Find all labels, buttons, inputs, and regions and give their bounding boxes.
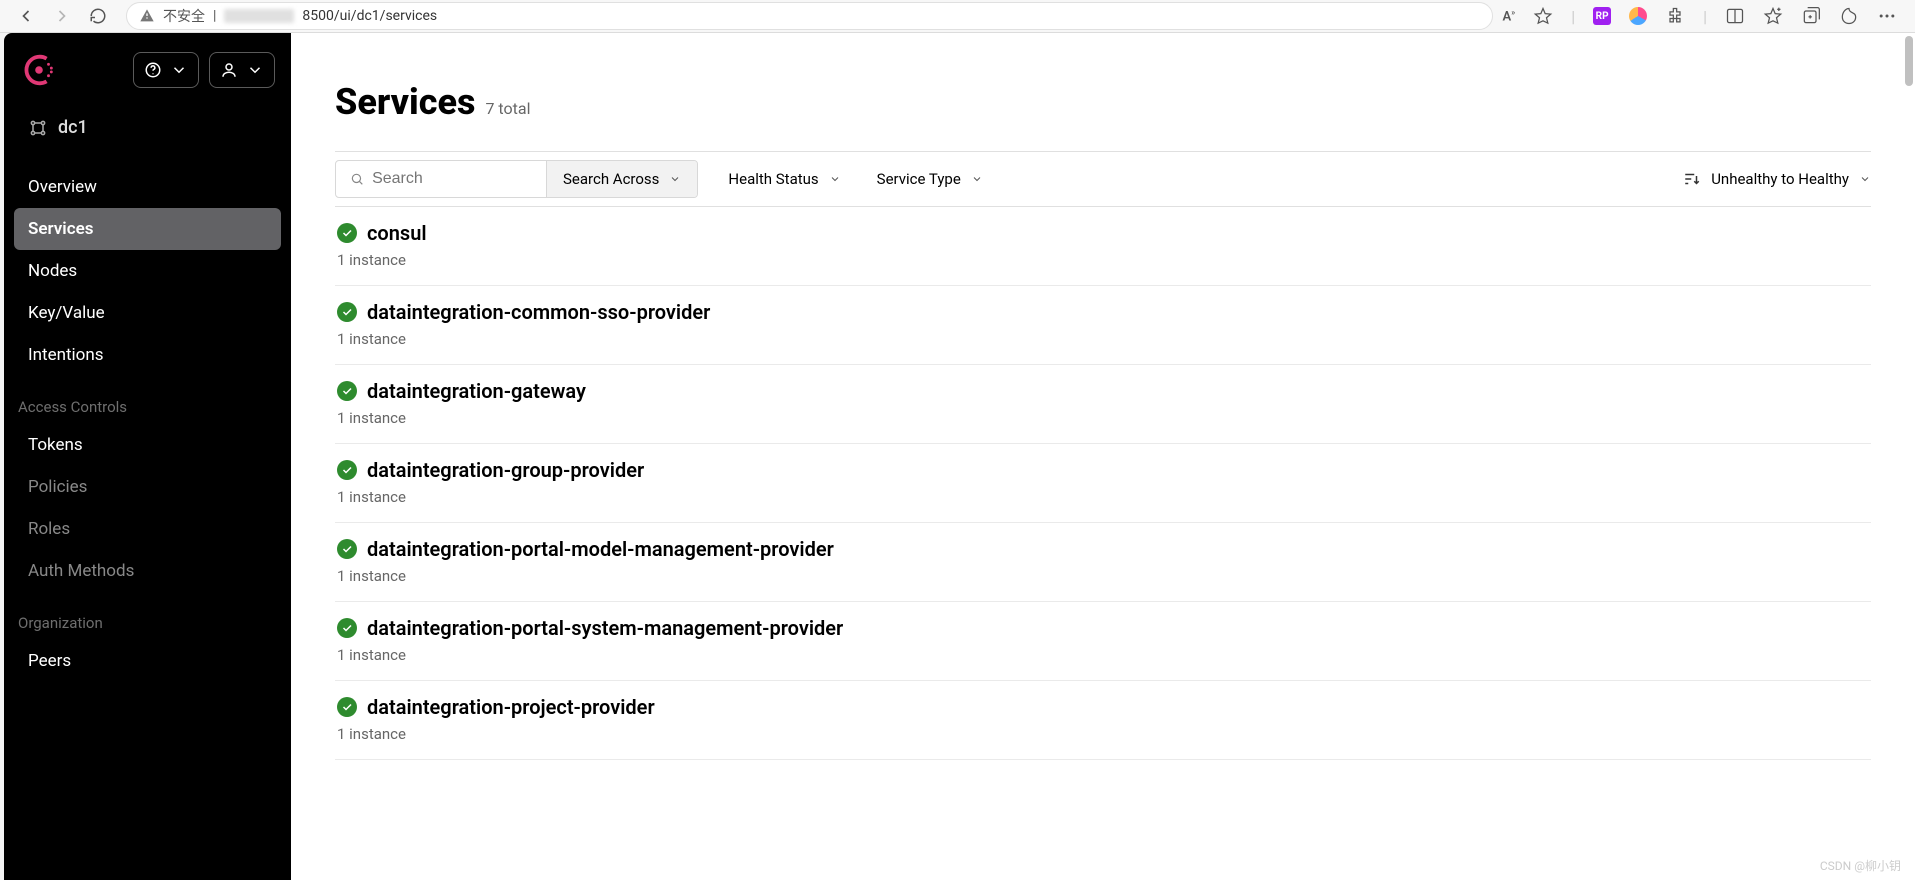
org-nav: Peers xyxy=(4,636,291,686)
status-check-icon xyxy=(337,697,357,717)
sidebar-item-key-value[interactable]: Key/Value xyxy=(14,292,281,334)
extension-rp-icon[interactable]: RP xyxy=(1593,7,1611,25)
service-name: consul xyxy=(367,221,427,245)
service-item[interactable]: dataintegration-group-provider 1 instanc… xyxy=(335,444,1871,523)
refresh-button[interactable] xyxy=(80,7,116,25)
page-title: Services xyxy=(335,81,475,123)
forward-button[interactable] xyxy=(44,6,80,26)
address-bar[interactable]: 不安全 | 8500/ui/dc1/services xyxy=(126,2,1493,30)
consul-logo-icon[interactable] xyxy=(20,51,58,89)
chevron-down-icon xyxy=(246,61,264,79)
sort-icon xyxy=(1683,170,1701,188)
sidebar-item-roles[interactable]: Roles xyxy=(14,508,281,550)
chevron-down-icon xyxy=(971,173,983,185)
status-check-icon xyxy=(337,302,357,322)
search-input-wrapper[interactable] xyxy=(336,161,546,197)
datacenter-icon xyxy=(28,118,48,138)
health-status-label: Health Status xyxy=(728,170,818,188)
browser-toolbar: 不安全 | 8500/ui/dc1/services A» | RP | xyxy=(0,0,1915,33)
service-item[interactable]: dataintegration-project-provider 1 insta… xyxy=(335,681,1871,760)
sidebar: dc1 Overview Services Nodes Key/Value In… xyxy=(4,33,291,880)
service-instance-count: 1 instance xyxy=(337,251,1869,269)
service-name: dataintegration-gateway xyxy=(367,379,586,403)
total-count: 7 total xyxy=(485,99,530,122)
more-icon[interactable] xyxy=(1877,6,1897,26)
service-instance-count: 1 instance xyxy=(337,646,1869,664)
url-suffix: 8500/ui/dc1/services xyxy=(302,8,437,24)
service-type-label: Service Type xyxy=(877,170,961,188)
help-icon xyxy=(144,61,162,79)
service-type-filter[interactable]: Service Type xyxy=(871,170,989,188)
extension-brain-icon[interactable] xyxy=(1629,7,1647,25)
sidebar-item-intentions[interactable]: Intentions xyxy=(14,334,281,376)
section-label-org: Organization xyxy=(4,596,291,636)
service-name: dataintegration-group-provider xyxy=(367,458,644,482)
status-check-icon xyxy=(337,381,357,401)
search-input[interactable] xyxy=(372,170,532,188)
performance-icon[interactable] xyxy=(1839,6,1859,26)
datacenter-selector[interactable]: dc1 xyxy=(4,103,291,148)
not-secure-label: 不安全 xyxy=(163,6,205,26)
status-check-icon xyxy=(337,223,357,243)
watermark: CSDN @柳小钥 xyxy=(1820,857,1901,874)
scrollbar[interactable] xyxy=(1905,36,1913,86)
search-icon xyxy=(350,171,364,187)
service-instance-count: 1 instance xyxy=(337,330,1869,348)
service-name: dataintegration-portal-model-management-… xyxy=(367,537,834,561)
sidebar-item-policies[interactable]: Policies xyxy=(14,466,281,508)
user-dropdown[interactable] xyxy=(209,52,275,88)
status-check-icon xyxy=(337,460,357,480)
sidebar-item-auth-methods[interactable]: Auth Methods xyxy=(14,550,281,592)
service-name: dataintegration-portal-system-management… xyxy=(367,616,843,640)
not-secure-icon xyxy=(139,8,155,24)
service-item[interactable]: dataintegration-gateway 1 instance xyxy=(335,365,1871,444)
chevron-down-icon xyxy=(829,173,841,185)
access-nav: Tokens Policies Roles Auth Methods xyxy=(4,420,291,596)
sidebar-item-overview[interactable]: Overview xyxy=(14,166,281,208)
toolbar: Search Across Health Status Service Type… xyxy=(335,151,1871,207)
service-name: dataintegration-common-sso-provider xyxy=(367,300,710,324)
sort-label: Unhealthy to Healthy xyxy=(1711,170,1849,188)
favorites-bar-icon[interactable] xyxy=(1763,6,1783,26)
service-name: dataintegration-project-provider xyxy=(367,695,655,719)
main-content: Services 7 total Search Across Health St… xyxy=(291,33,1915,880)
service-item[interactable]: dataintegration-common-sso-provider 1 in… xyxy=(335,286,1871,365)
status-check-icon xyxy=(337,539,357,559)
service-instance-count: 1 instance xyxy=(337,725,1869,743)
extensions-icon[interactable] xyxy=(1665,6,1685,26)
sort-dropdown[interactable]: Unhealthy to Healthy xyxy=(1683,170,1871,188)
user-icon xyxy=(220,61,238,79)
sidebar-item-nodes[interactable]: Nodes xyxy=(14,250,281,292)
favorite-icon[interactable] xyxy=(1533,6,1553,26)
sidebar-item-services[interactable]: Services xyxy=(14,208,281,250)
service-list: consul 1 instance dataintegration-common… xyxy=(335,207,1871,760)
back-button[interactable] xyxy=(8,6,44,26)
status-check-icon xyxy=(337,618,357,638)
sidebar-item-tokens[interactable]: Tokens xyxy=(14,424,281,466)
section-label-access: Access Controls xyxy=(4,380,291,420)
service-item[interactable]: dataintegration-portal-model-management-… xyxy=(335,523,1871,602)
chevron-down-icon xyxy=(1859,173,1871,185)
help-dropdown[interactable] xyxy=(133,52,199,88)
service-instance-count: 1 instance xyxy=(337,409,1869,427)
service-item[interactable]: consul 1 instance xyxy=(335,207,1871,286)
chevron-down-icon xyxy=(669,173,681,185)
main-nav: Overview Services Nodes Key/Value Intent… xyxy=(4,148,291,380)
chevron-down-icon xyxy=(170,61,188,79)
collections-icon[interactable] xyxy=(1801,6,1821,26)
service-instance-count: 1 instance xyxy=(337,488,1869,506)
health-status-filter[interactable]: Health Status xyxy=(722,170,846,188)
search-across-dropdown[interactable]: Search Across xyxy=(546,161,697,197)
service-item[interactable]: dataintegration-portal-system-management… xyxy=(335,602,1871,681)
datacenter-label: dc1 xyxy=(58,117,88,138)
sidebar-item-peers[interactable]: Peers xyxy=(14,640,281,682)
url-host-blur xyxy=(224,9,294,23)
service-instance-count: 1 instance xyxy=(337,567,1869,585)
read-aloud-icon[interactable]: A» xyxy=(1503,8,1516,24)
search-across-label: Search Across xyxy=(563,170,659,188)
split-screen-icon[interactable] xyxy=(1725,6,1745,26)
